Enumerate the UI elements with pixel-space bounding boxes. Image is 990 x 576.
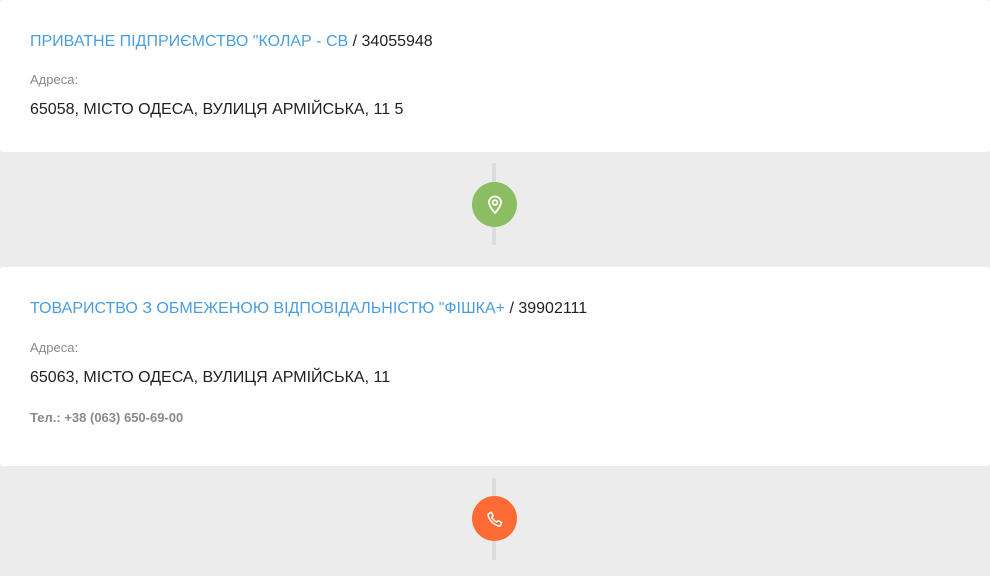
title-separator: / bbox=[348, 33, 362, 50]
address-value: 65058, МІСТО ОДЕСА, ВУЛИЦЯ АРМІЙСЬКА, 11… bbox=[30, 101, 404, 118]
company-name-link[interactable]: ТОВАРИСТВО З ОБМЕЖЕНОЮ ВІДПОВІДАЛЬНІСТЮ … bbox=[30, 300, 505, 317]
title-separator: / bbox=[505, 300, 519, 317]
address-label: Адреса: bbox=[30, 340, 79, 355]
company-code: 39902111 bbox=[518, 300, 588, 317]
company-card: ПРИВАТНЕ ПІДПРИЄМСТВО "КОЛАР - СВ / 3405… bbox=[0, 0, 990, 152]
company-card: ТОВАРИСТВО З ОБМЕЖЕНОЮ ВІДПОВІДАЛЬНІСТЮ … bbox=[0, 267, 990, 466]
company-name-link[interactable]: ПРИВАТНЕ ПІДПРИЄМСТВО "КОЛАР - СВ bbox=[30, 33, 348, 50]
phone-number: Тел.: +38 (063) 650-69-00 bbox=[30, 410, 184, 425]
address-label: Адреса: bbox=[30, 72, 79, 87]
company-title-line: ПРИВАТНЕ ПІДПРИЄМСТВО "КОЛАР - СВ / 3405… bbox=[30, 32, 433, 52]
company-title-line: ТОВАРИСТВО З ОБМЕЖЕНОЮ ВІДПОВІДАЛЬНІСТЮ … bbox=[30, 299, 587, 319]
page: ПРИВАТНЕ ПІДПРИЄМСТВО "КОЛАР - СВ / 3405… bbox=[0, 0, 990, 576]
address-value: 65063, МІСТО ОДЕСА, ВУЛИЦЯ АРМІЙСЬКА, 11 bbox=[30, 369, 391, 386]
company-code: 34055948 bbox=[361, 33, 433, 50]
location-pin-icon bbox=[472, 182, 517, 227]
phone-icon bbox=[472, 496, 517, 541]
